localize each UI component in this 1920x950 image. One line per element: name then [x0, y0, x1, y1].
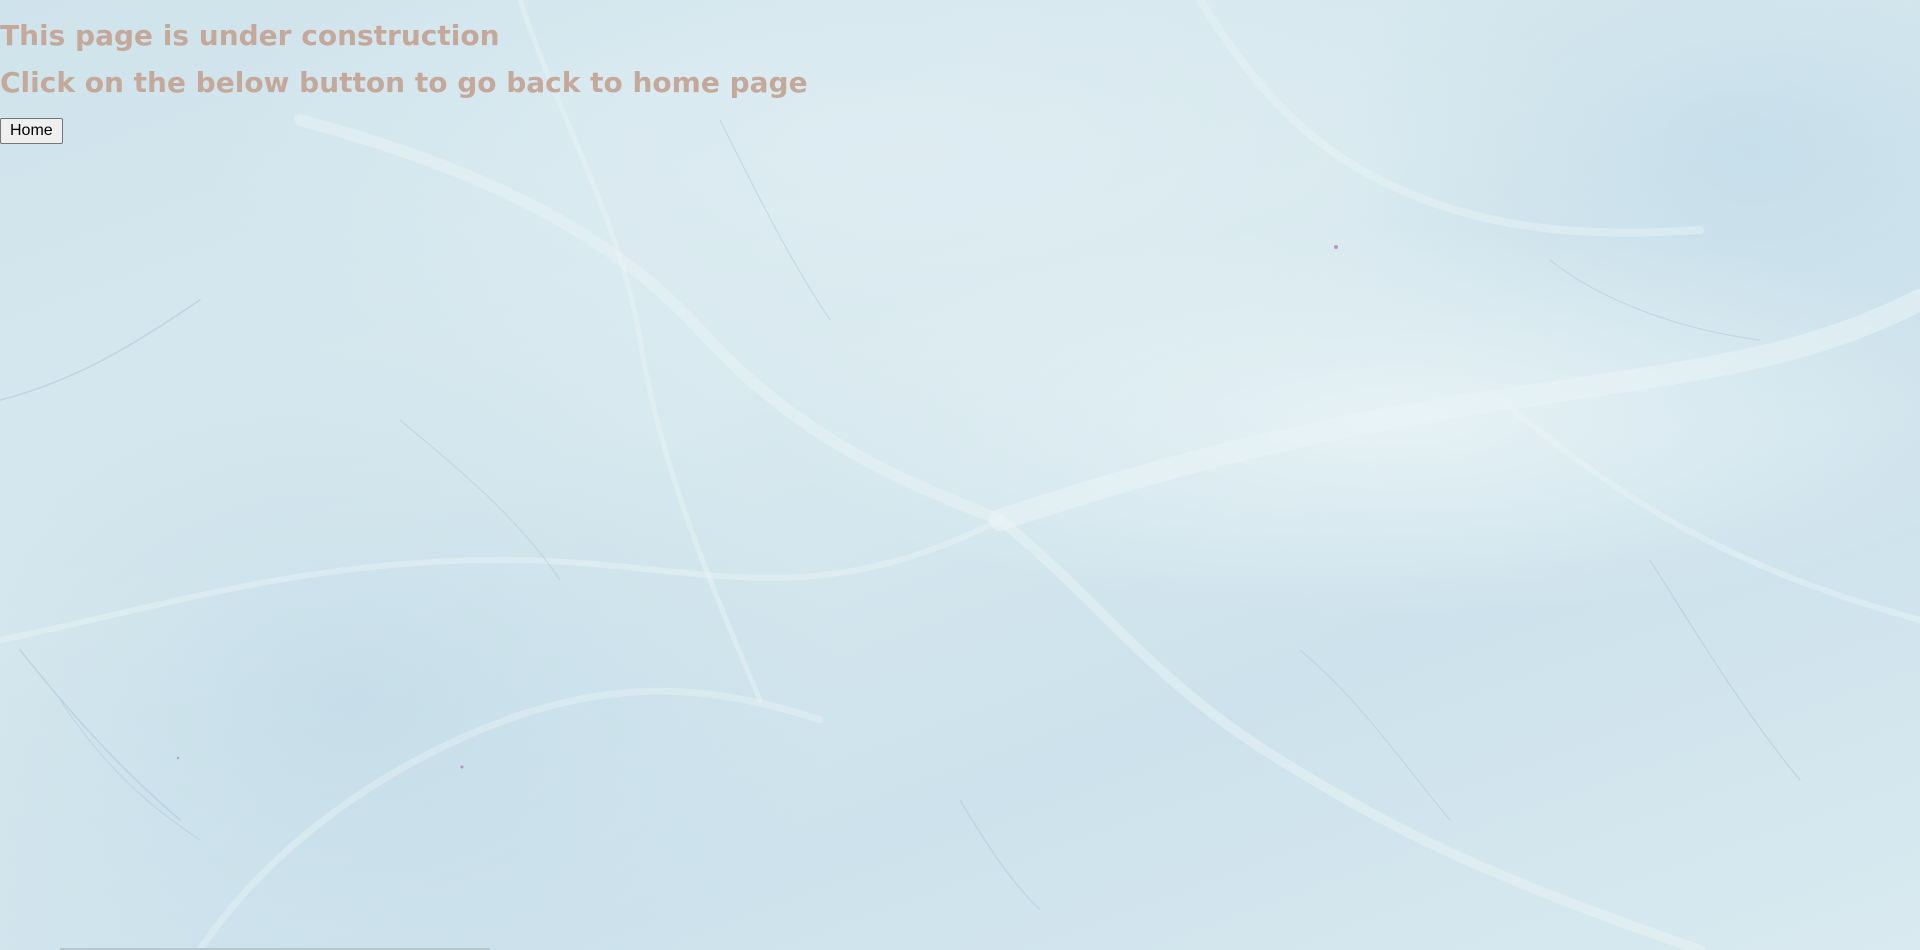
under-construction-heading: This page is under construction: [0, 19, 500, 52]
home-button[interactable]: Home: [0, 118, 63, 144]
marble-background: [0, 0, 1920, 950]
go-home-instruction: Click on the below button to go back to …: [0, 66, 808, 99]
